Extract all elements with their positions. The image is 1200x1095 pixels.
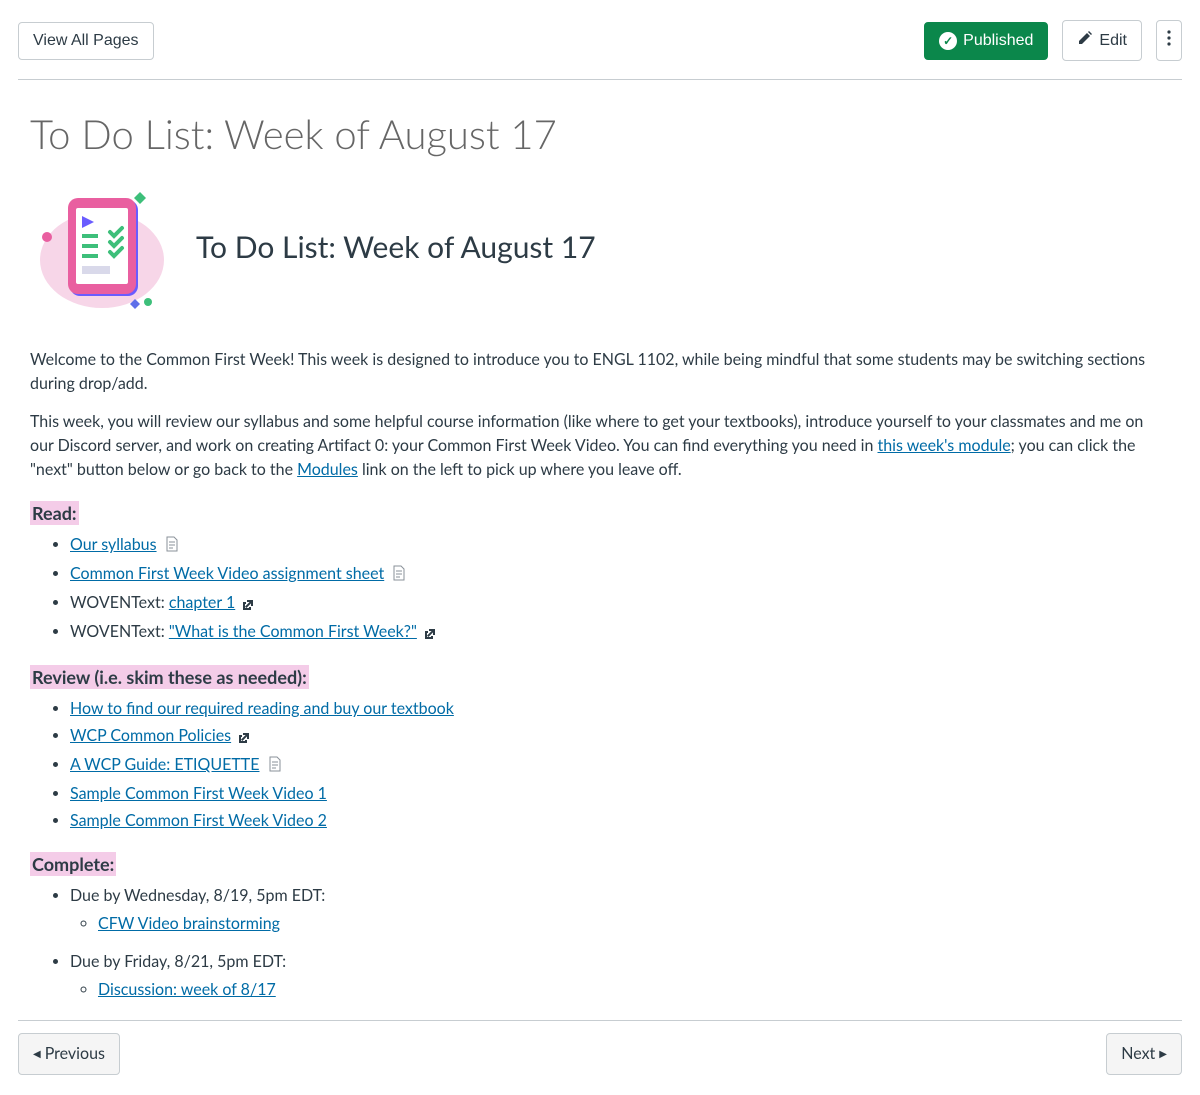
view-all-pages-button[interactable]: View All Pages: [18, 22, 154, 60]
vertical-dots-icon: [1167, 30, 1171, 51]
next-button[interactable]: Next ▶: [1106, 1033, 1182, 1075]
review-heading: Review (i.e. skim these as needed):: [30, 665, 309, 689]
content-link[interactable]: Our syllabus: [70, 535, 157, 554]
previous-button[interactable]: ◀ Previous: [18, 1033, 120, 1075]
read-list: Our syllabus Common First Week Video ass…: [30, 533, 1170, 646]
list-item: Sample Common First Week Video 1: [70, 782, 1170, 806]
content-link[interactable]: A WCP Guide: ETIQUETTE: [70, 755, 259, 774]
content-link[interactable]: Discussion: week of 8/17: [98, 980, 276, 999]
list-item: WOVENText: chapter 1: [70, 591, 1170, 617]
external-link-icon: [425, 622, 435, 646]
hero-row: To Do List: Week of August 17: [30, 182, 1170, 312]
list-item: How to find our required reading and buy…: [70, 697, 1170, 721]
published-label: Published: [963, 32, 1033, 50]
pencil-icon: [1077, 30, 1093, 51]
read-heading: Read:: [30, 501, 79, 525]
page-content: To Do List: Week of August 17 Welcome to…: [18, 182, 1182, 1002]
complete-list: Due by Wednesday, 8/19, 5pm EDT:CFW Vide…: [30, 884, 1170, 1002]
content-link[interactable]: Sample Common First Week Video 2: [70, 811, 327, 830]
published-button[interactable]: ✓ Published: [924, 22, 1048, 60]
document-preview-icon: [392, 564, 406, 588]
triangle-right-icon: ▶: [1159, 1047, 1167, 1062]
list-item: Sample Common First Week Video 2: [70, 809, 1170, 833]
hero-title: To Do List: Week of August 17: [196, 225, 596, 270]
list-item: Discussion: week of 8/17: [98, 978, 1170, 1002]
list-item: WCP Common Policies: [70, 724, 1170, 750]
complete-heading: Complete:: [30, 852, 116, 876]
review-list: How to find our required reading and buy…: [30, 697, 1170, 833]
list-item: Common First Week Video assignment sheet: [70, 562, 1170, 588]
toolbar: View All Pages ✓ Published Edit: [18, 20, 1182, 80]
more-options-button[interactable]: [1156, 20, 1182, 61]
todo-clipboard-icon: [30, 182, 180, 312]
external-link-icon: [243, 593, 253, 617]
modules-link[interactable]: Modules: [297, 460, 358, 479]
content-link[interactable]: Common First Week Video assignment sheet: [70, 564, 384, 583]
edit-label: Edit: [1099, 32, 1127, 50]
content-link[interactable]: CFW Video brainstorming: [98, 914, 280, 933]
list-item: Due by Friday, 8/21, 5pm EDT:Discussion:…: [70, 950, 1170, 1002]
list-item: A WCP Guide: ETIQUETTE: [70, 753, 1170, 779]
document-preview-icon: [268, 755, 282, 779]
content-link[interactable]: Sample Common First Week Video 1: [70, 784, 327, 803]
this-weeks-module-link[interactable]: this week's module: [878, 436, 1011, 455]
triangle-left-icon: ◀: [33, 1047, 41, 1062]
content-link[interactable]: WCP Common Policies: [70, 726, 231, 745]
module-nav-footer: ◀ Previous Next ▶: [18, 1020, 1182, 1075]
intro-paragraph-1: Welcome to the Common First Week! This w…: [30, 348, 1170, 396]
external-link-icon: [239, 726, 249, 750]
document-preview-icon: [165, 535, 179, 559]
content-link[interactable]: How to find our required reading and buy…: [70, 699, 454, 718]
list-item: Our syllabus: [70, 533, 1170, 559]
intro-paragraph-2: This week, you will review our syllabus …: [30, 410, 1170, 482]
list-item: CFW Video brainstorming: [98, 912, 1170, 936]
content-link[interactable]: "What is the Common First Week?": [169, 622, 417, 641]
content-link[interactable]: chapter 1: [169, 593, 235, 612]
list-item: Due by Wednesday, 8/19, 5pm EDT:CFW Vide…: [70, 884, 1170, 936]
list-item: WOVENText: "What is the Common First Wee…: [70, 620, 1170, 646]
page-title: To Do List: Week of August 17: [18, 104, 1182, 164]
edit-button[interactable]: Edit: [1062, 20, 1142, 61]
check-circle-icon: ✓: [939, 32, 957, 50]
